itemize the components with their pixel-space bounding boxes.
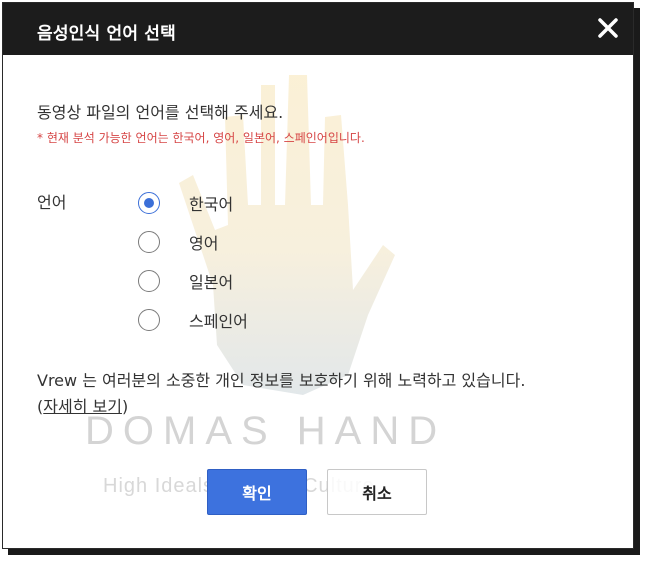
details-link[interactable]: 자세히 보기 bbox=[43, 397, 122, 416]
radio-english[interactable] bbox=[138, 230, 160, 253]
details-link-wrapper: (자세히 보기) bbox=[37, 393, 128, 417]
language-option-japanese[interactable]: 일본어 bbox=[138, 261, 248, 300]
option-label-english: 영어 bbox=[189, 233, 219, 253]
screenshot-frame: DOMAS HAND High Ideals & Great Culture 음… bbox=[0, 0, 653, 567]
language-option-english[interactable]: 영어 bbox=[138, 222, 248, 261]
language-option-korean[interactable]: 한국어 bbox=[138, 183, 248, 222]
dialog-titlebar: 음성인식 언어 선택 bbox=[3, 3, 633, 55]
confirm-button[interactable]: 확인 bbox=[207, 469, 307, 515]
dialog-body: 동영상 파일의 언어를 선택해 주세요. * 현재 분석 가능한 언어는 한국어… bbox=[3, 55, 633, 548]
instruction-text: 동영상 파일의 언어를 선택해 주세요. bbox=[37, 103, 284, 122]
close-button[interactable] bbox=[595, 15, 621, 41]
cancel-button[interactable]: 취소 bbox=[327, 469, 427, 515]
option-label-korean: 한국어 bbox=[189, 194, 234, 214]
language-option-spanish[interactable]: 스페인어 bbox=[138, 300, 248, 339]
language-label: 언어 bbox=[37, 193, 67, 212]
option-label-spanish: 스페인어 bbox=[189, 311, 248, 331]
dialog-title: 음성인식 언어 선택 bbox=[37, 24, 176, 44]
details-close-paren: ) bbox=[121, 397, 129, 416]
radio-japanese[interactable] bbox=[138, 269, 160, 292]
option-label-japanese: 일본어 bbox=[189, 272, 234, 292]
radio-korean[interactable] bbox=[138, 191, 160, 214]
language-options: 한국어 영어 일본어 스페인어 bbox=[138, 183, 248, 339]
radio-spanish[interactable] bbox=[138, 308, 160, 331]
privacy-notice: Vrew 는 여러분의 소중한 개인 정보를 보호하기 위해 노력하고 있습니다… bbox=[37, 371, 526, 390]
supported-languages-note: * 현재 분석 가능한 언어는 한국어, 영어, 일본어, 스페인어입니다. bbox=[37, 131, 365, 145]
language-select-dialog: DOMAS HAND High Ideals & Great Culture 음… bbox=[2, 2, 634, 549]
close-icon bbox=[598, 18, 618, 38]
